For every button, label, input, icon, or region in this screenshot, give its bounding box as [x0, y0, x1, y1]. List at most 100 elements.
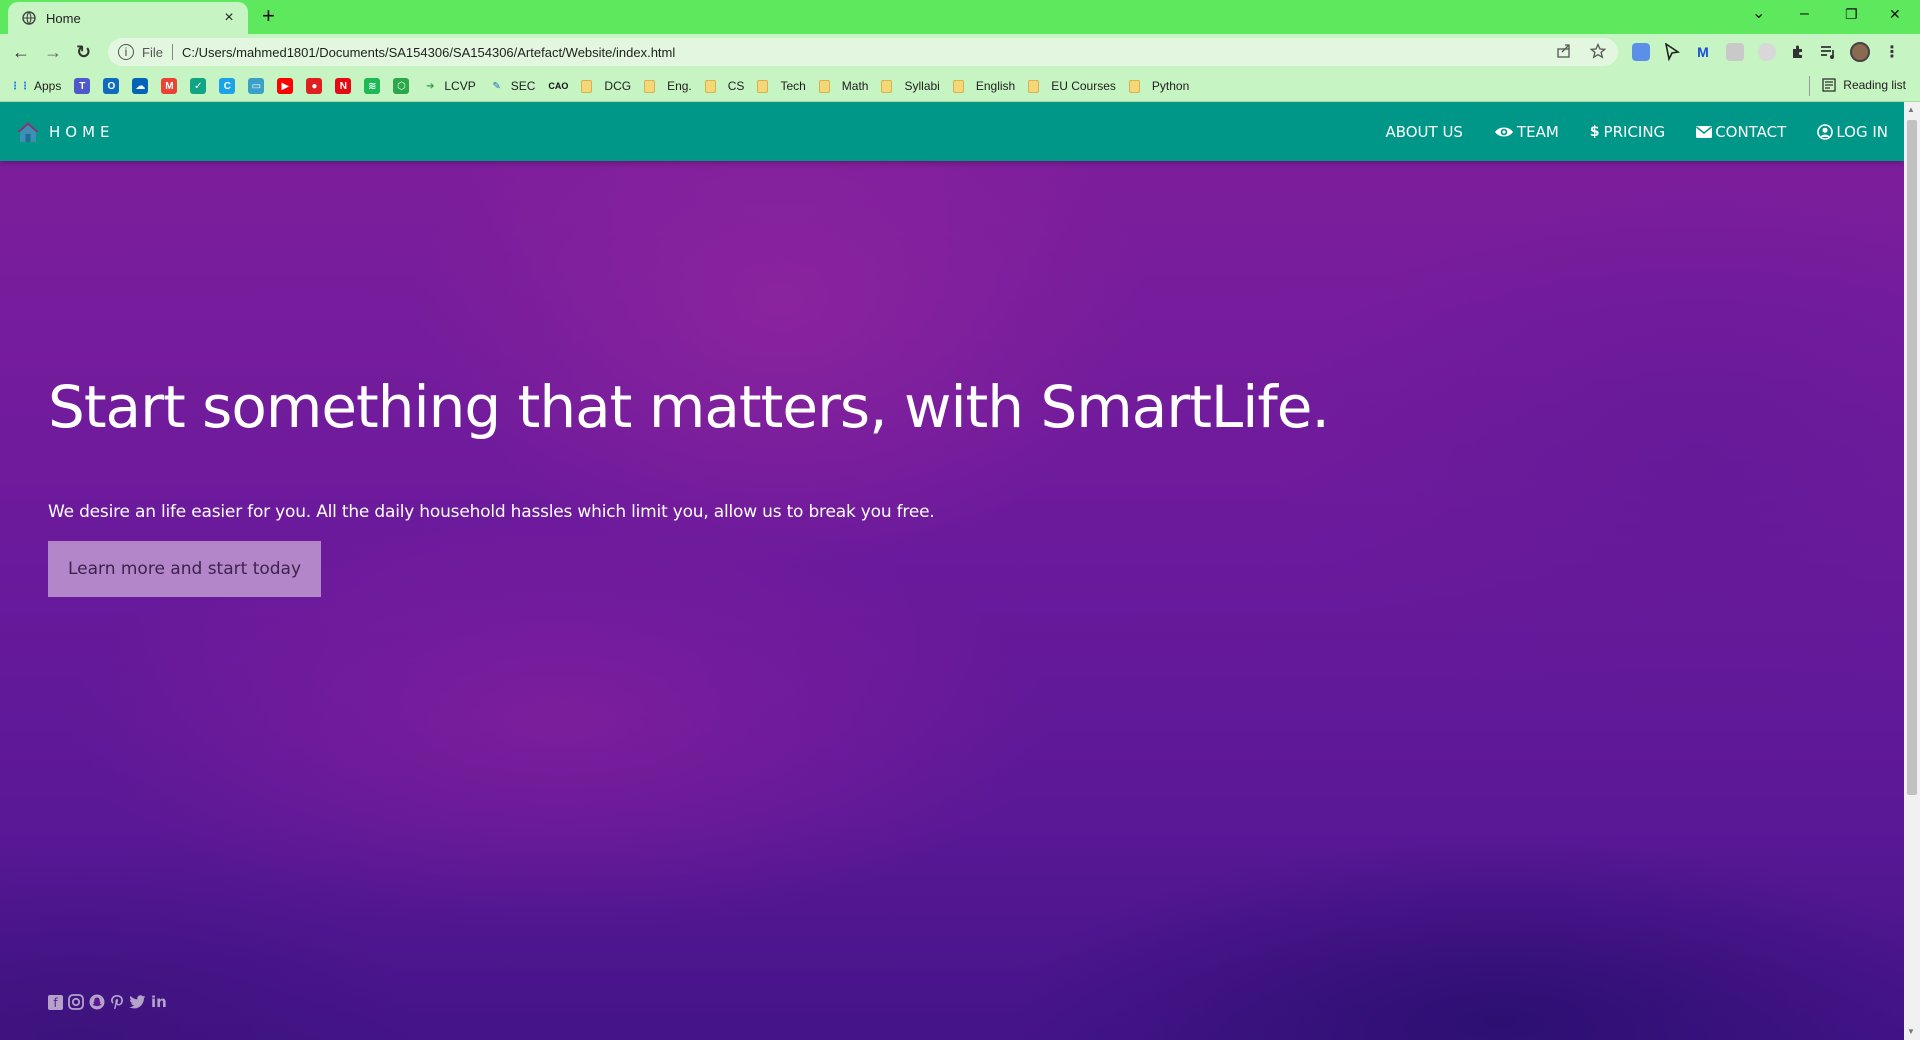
browser-menu-icon[interactable]: ⋮: [1884, 42, 1900, 62]
bookmark-item[interactable]: ☁: [132, 78, 149, 94]
extension-cursor-icon[interactable]: [1664, 43, 1680, 61]
spotify-icon: ≋: [364, 78, 381, 94]
bookmark-item[interactable]: C: [219, 78, 236, 94]
bookmark-item[interactable]: EU Courses: [1028, 79, 1116, 93]
tab-close-icon[interactable]: ×: [220, 10, 238, 26]
bookmark-item[interactable]: Tech: [757, 79, 806, 93]
bookmark-label: CS: [727, 79, 745, 93]
bookmark-item[interactable]: N: [335, 78, 352, 94]
folder-icon: [881, 79, 893, 93]
bookmark-label: Tech: [780, 79, 806, 93]
browser-tab-home[interactable]: Home ×: [8, 2, 248, 34]
brand-link[interactable]: HOME: [16, 120, 115, 144]
bookmark-item[interactable]: M: [161, 78, 178, 94]
nav-about-us[interactable]: ABOUT US: [1385, 123, 1463, 141]
nav-pricing[interactable]: $ PRICING: [1590, 123, 1665, 141]
bookmark-label: Syllabi: [904, 79, 940, 93]
site-nav-links: ABOUT US TEAM $ PRICING CONTACT LOG IN: [1354, 102, 1888, 161]
site-info-icon[interactable]: i: [118, 44, 134, 60]
scroll-up-arrow-icon[interactable]: ▲: [1907, 105, 1915, 114]
bookmark-item[interactable]: Python: [1128, 79, 1190, 93]
user-circle-icon: [1817, 123, 1834, 140]
bookmark-star-icon[interactable]: [1590, 43, 1606, 59]
pen-icon: ✎: [492, 80, 501, 92]
bookmark-item[interactable]: O: [103, 78, 120, 94]
nav-contact-label: CONTACT: [1715, 122, 1787, 141]
profile-avatar[interactable]: [1850, 42, 1870, 62]
bookmark-item[interactable]: CAO: [548, 78, 568, 94]
address-bar[interactable]: i File C:/Users/mahmed1801/Documents/SA1…: [108, 38, 1618, 66]
close-window-button[interactable]: ✕: [1889, 4, 1901, 24]
browser-toolbar: ← → ↻ i File C:/Users/mahmed1801/Documen…: [0, 34, 1920, 70]
bookmark-item[interactable]: CS: [704, 79, 745, 93]
back-button[interactable]: ←: [12, 42, 30, 62]
globe-icon: [22, 11, 36, 25]
outlook-icon: O: [103, 78, 120, 94]
extensions-puzzle-icon[interactable]: [1790, 44, 1806, 60]
bookmark-item[interactable]: Eng.: [644, 79, 692, 93]
bookmark-item[interactable]: English: [952, 79, 1015, 93]
bookmark-label: DCG: [604, 79, 632, 93]
folder-icon: [1128, 79, 1140, 93]
folder-icon: [644, 79, 656, 93]
bookmark-item[interactable]: T: [74, 78, 91, 94]
bookmark-item[interactable]: ▭: [248, 78, 265, 94]
reload-button[interactable]: ↻: [76, 42, 91, 62]
forward-button[interactable]: →: [44, 42, 62, 62]
page-viewport: HOME ABOUT US TEAM $ PRICING CONTACT LOG…: [0, 102, 1904, 1040]
tab-title: Home: [46, 10, 81, 26]
linkedin-icon[interactable]: in: [151, 994, 167, 1010]
extension-gray-icon[interactable]: [1726, 43, 1744, 61]
bookmark-item[interactable]: ✓: [190, 78, 207, 94]
new-tab-button[interactable]: +: [262, 5, 275, 27]
pinterest-icon[interactable]: [110, 994, 124, 1010]
minimize-button[interactable]: –: [1800, 4, 1809, 24]
hexagon-icon: ⬡: [393, 78, 410, 94]
bookmark-item[interactable]: ✎ SEC: [489, 78, 536, 94]
house-logo-icon: [17, 122, 39, 142]
restore-button[interactable]: ❐: [1845, 4, 1858, 24]
snapchat-icon[interactable]: [89, 994, 105, 1010]
bookmark-item[interactable]: Syllabi: [881, 79, 940, 93]
instagram-icon[interactable]: [68, 994, 84, 1010]
folder-icon: [757, 79, 769, 93]
extension-m-icon[interactable]: M: [1694, 43, 1712, 61]
twitter-icon[interactable]: [129, 995, 146, 1009]
hero-subtitle: We desire an life easier for you. All th…: [48, 502, 935, 522]
nav-contact[interactable]: CONTACT: [1696, 123, 1786, 141]
bookmark-item[interactable]: ≋: [364, 78, 381, 94]
learn-more-button[interactable]: Learn more and start today: [48, 541, 321, 597]
bookmark-item[interactable]: ➔ LCVP: [422, 78, 476, 94]
folder-icon: [818, 79, 830, 93]
bookmark-item[interactable]: ⋮⋮ Apps: [10, 78, 61, 94]
bookmark-item[interactable]: DCG: [581, 79, 631, 93]
bookmark-item[interactable]: ⬡: [393, 78, 410, 94]
folder-icon: [1028, 79, 1040, 93]
nav-about-us-label: ABOUT US: [1385, 122, 1463, 141]
bookmark-item[interactable]: ●: [306, 78, 323, 94]
nav-log-in[interactable]: LOG IN: [1817, 123, 1888, 141]
c-circle-icon: C: [219, 78, 236, 94]
tab-search-dropdown-icon[interactable]: ⌄: [1752, 4, 1765, 24]
bookmark-item[interactable]: ▶: [277, 78, 294, 94]
facebook-icon[interactable]: f: [48, 994, 63, 1010]
cao-icon: CAO: [548, 81, 569, 91]
teams-icon: T: [74, 78, 91, 94]
share-icon[interactable]: [1556, 43, 1572, 59]
reading-list-button[interactable]: Reading list: [1822, 78, 1906, 92]
reading-list-icon: [1822, 78, 1836, 92]
scroll-down-arrow-icon[interactable]: ▼: [1907, 1027, 1915, 1036]
envelope-icon: [1696, 125, 1713, 138]
dollar-icon: $: [1589, 123, 1600, 140]
arrow-leaf-icon: ➔: [426, 80, 435, 92]
page-scrollbar[interactable]: ▲ ▼: [1904, 102, 1920, 1040]
extension-circle-icon[interactable]: [1758, 43, 1776, 61]
bookmark-item[interactable]: Math: [818, 79, 868, 93]
extension-cloud-icon[interactable]: [1632, 43, 1650, 61]
nav-team[interactable]: TEAM: [1494, 123, 1559, 141]
scroll-thumb[interactable]: [1907, 120, 1917, 795]
bookmark-label: Python: [1151, 79, 1190, 93]
url-text[interactable]: C:/Users/mahmed1801/Documents/SA154306/S…: [182, 45, 675, 60]
media-queue-icon[interactable]: [1820, 44, 1836, 60]
monitor-icon: ▭: [248, 78, 265, 94]
